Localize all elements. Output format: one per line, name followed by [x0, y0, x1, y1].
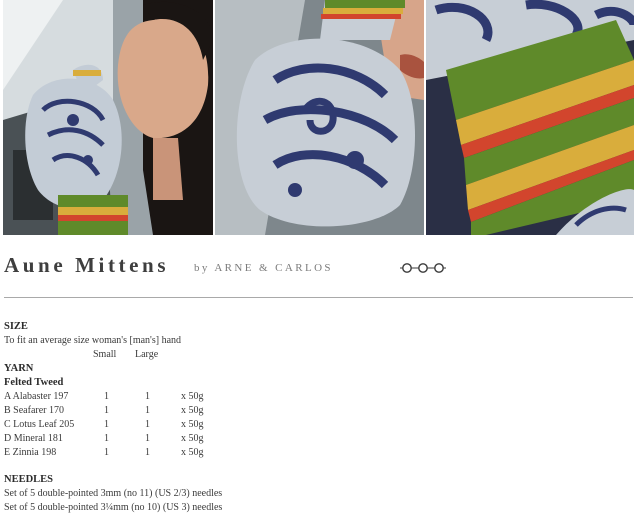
yarn-row-small: 1	[104, 391, 109, 402]
yarn-row-qty: x 50g	[181, 433, 204, 444]
yarn-row-large: 1	[145, 405, 150, 416]
skill-level-ring-icon	[418, 263, 428, 273]
yarn-brand: Felted Tweed	[4, 377, 64, 388]
photo-woman-wearing-mitten	[3, 0, 213, 235]
yarn-row-label: D Mineral 181	[4, 433, 63, 444]
yarn-row-small: 1	[104, 447, 109, 458]
yarn-row-label: E Zinnia 198	[4, 447, 57, 458]
yarn-row-small: 1	[104, 405, 109, 416]
size-fit-text: To fit an average size woman's [man's] h…	[4, 335, 182, 346]
photo-mitten-closeup	[215, 0, 424, 235]
yarn-row-qty: x 50g	[181, 405, 204, 416]
yarn-row-large: 1	[145, 447, 150, 458]
designer-byline: by ARNE & CARLOS	[194, 262, 333, 274]
yarn-row-label: B Seafarer 170	[4, 405, 64, 416]
yarn-heading: YARN	[4, 363, 34, 374]
yarn-row-large: 1	[145, 391, 150, 402]
needles-line: Set of 5 double-pointed 3mm (no 11) (US …	[4, 488, 223, 499]
needles-line: Set of 5 double-pointed 3¼mm (no 10) (US…	[4, 502, 223, 513]
yarn-row-small: 1	[104, 419, 109, 430]
size-column-small: Small	[93, 349, 117, 360]
skill-rating	[400, 263, 446, 273]
yarn-row-large: 1	[145, 433, 150, 444]
section-divider	[4, 297, 633, 298]
size-column-large: Large	[135, 349, 159, 360]
needles-heading: NEEDLES	[4, 474, 54, 485]
yarn-row-qty: x 50g	[181, 391, 204, 402]
yarn-row-label: A Alabaster 197	[4, 391, 69, 402]
skill-level-ring-icon	[434, 263, 444, 273]
yarn-row-qty: x 50g	[181, 447, 204, 458]
size-heading: SIZE	[4, 321, 28, 332]
yarn-row-small: 1	[104, 433, 109, 444]
yarn-row-qty: x 50g	[181, 419, 204, 430]
pattern-header: Aune Mittens by ARNE & CARLOS	[4, 250, 632, 280]
skill-level-ring-icon	[402, 263, 412, 273]
yarn-row-large: 1	[145, 419, 150, 430]
pattern-title: Aune Mittens	[4, 253, 170, 277]
yarn-row-label: C Lotus Leaf 205	[4, 419, 75, 430]
photo-cuff-detail	[426, 0, 634, 235]
photo-strip	[3, 0, 634, 235]
